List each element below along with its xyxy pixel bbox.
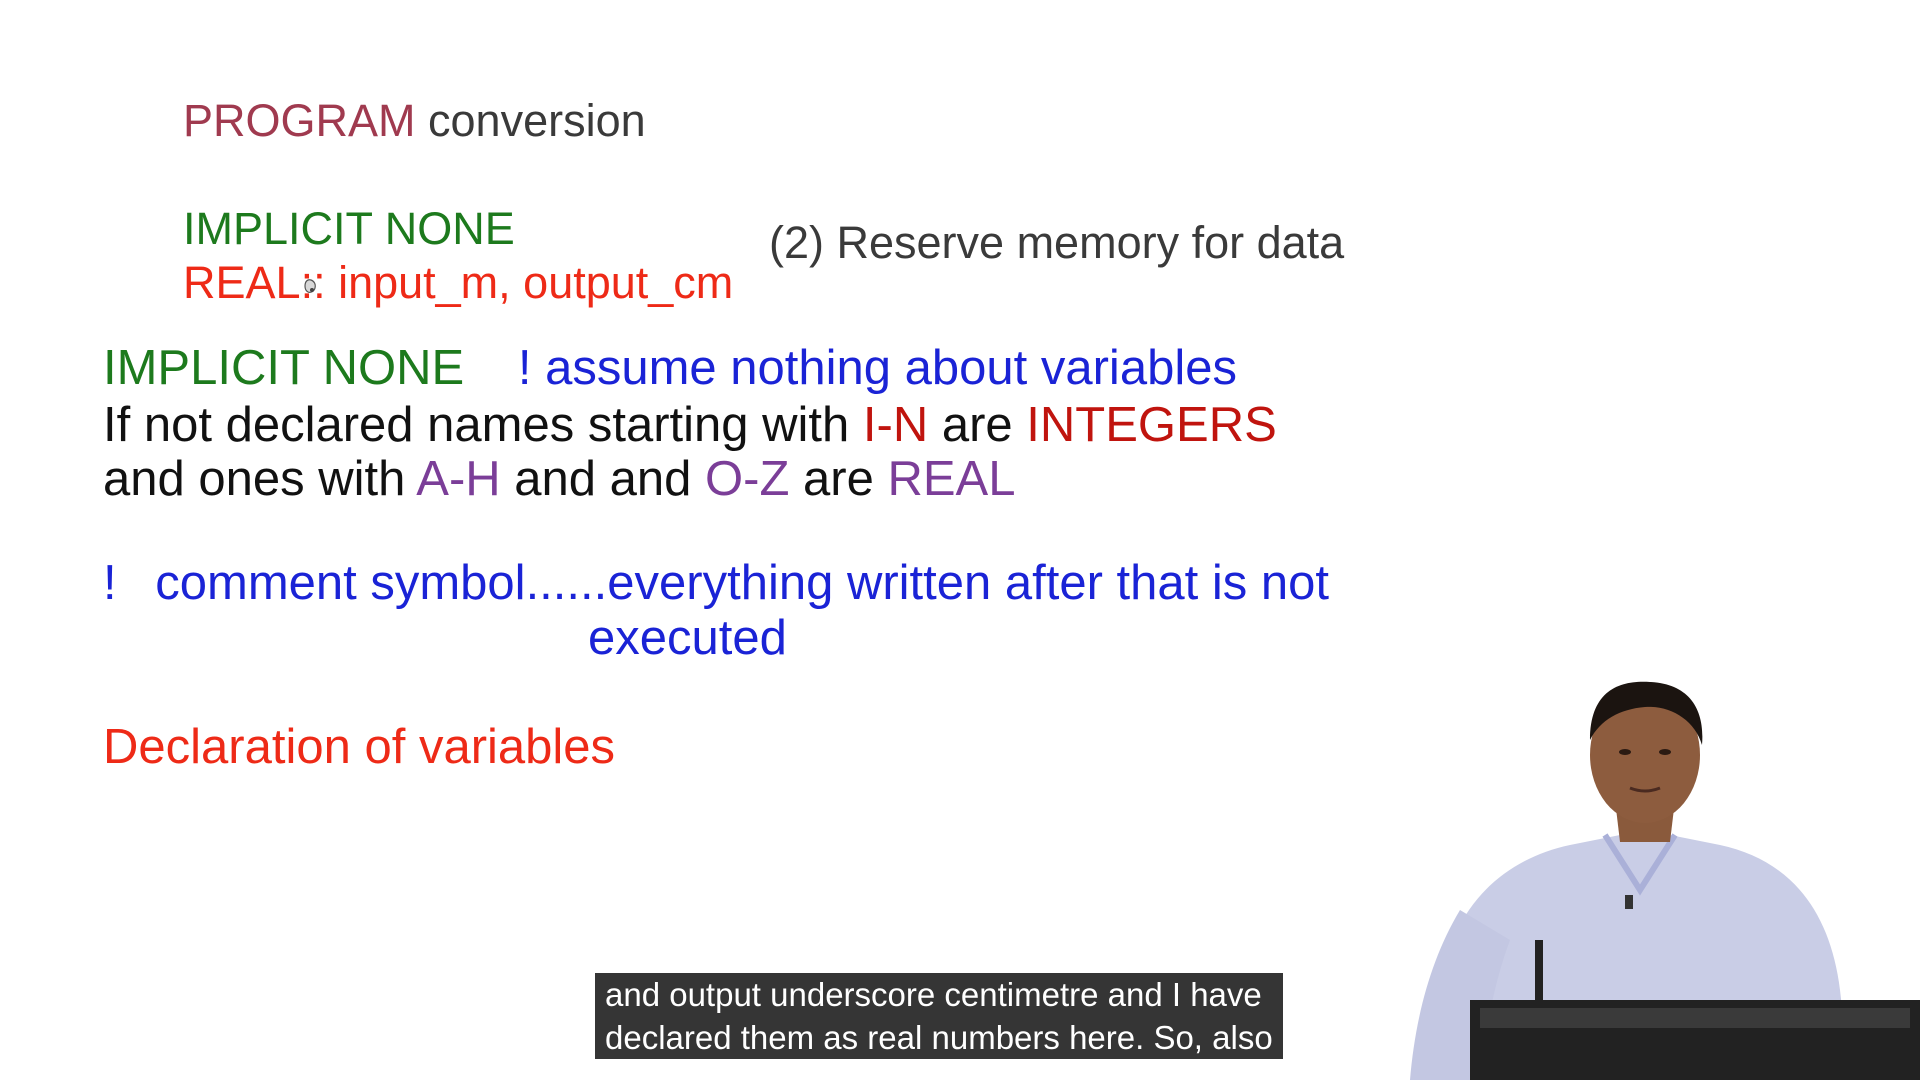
declaration-heading: Declaration of variables — [103, 720, 616, 774]
real-range-o-z: O-Z — [705, 452, 790, 506]
real-declaration-line: REAL:: input_m, output_cm — [183, 257, 733, 309]
implicit-none-comment: ! assume nothing about variables — [517, 341, 1237, 395]
implicit-none-code: IMPLICIT NONE — [183, 203, 515, 254]
real-rule-are: are — [789, 452, 888, 506]
program-keyword: PROGRAM — [183, 95, 416, 146]
comment-bang: ! — [103, 556, 117, 610]
real-type: REAL — [887, 452, 1016, 506]
real-rule-line: and ones with A-H and and O-Z are REAL — [103, 451, 1016, 507]
subtitle-line-2: declared them as real numbers here. So, … — [605, 1019, 1273, 1056]
reserve-memory-note: (2) Reserve memory for data — [769, 217, 1345, 268]
implicit-none-explanation: IMPLICIT NONE ! assume nothing about var… — [103, 340, 1237, 396]
real-variables: :: input_m, output_cm — [300, 257, 734, 308]
subtitle-caption: and output underscore centimetre and I h… — [595, 973, 1283, 1059]
implicit-none-keyword: IMPLICIT NONE — [103, 341, 465, 395]
real-rule-and: and and — [500, 452, 706, 506]
real-range-a-h: A-H — [416, 452, 501, 506]
comment-description-continued: executed — [588, 611, 787, 665]
integer-rule-are: are — [928, 398, 1027, 452]
integer-range: I-N — [862, 398, 929, 452]
program-name: conversion — [428, 95, 646, 146]
integer-type: INTEGERS — [1026, 398, 1277, 452]
comment-symbol-line: ! comment symbol......everything written… — [103, 555, 1329, 611]
integer-rule-text: If not declared names starting with — [103, 398, 863, 452]
integer-rule-line: If not declared names starting with I-N … — [103, 397, 1277, 453]
presenter-video — [1370, 660, 1920, 1080]
real-rule-text: and ones with — [103, 452, 417, 506]
program-line: PROGRAM conversion — [183, 95, 646, 147]
mouse-cursor-icon — [304, 279, 316, 293]
real-keyword: REAL — [183, 257, 301, 308]
lecture-slide: PROGRAM conversion IMPLICIT NONE REAL:: … — [0, 0, 1920, 1080]
comment-description: comment symbol......everything written a… — [155, 556, 1330, 610]
subtitle-line-1: and output underscore centimetre and I h… — [605, 976, 1262, 1013]
